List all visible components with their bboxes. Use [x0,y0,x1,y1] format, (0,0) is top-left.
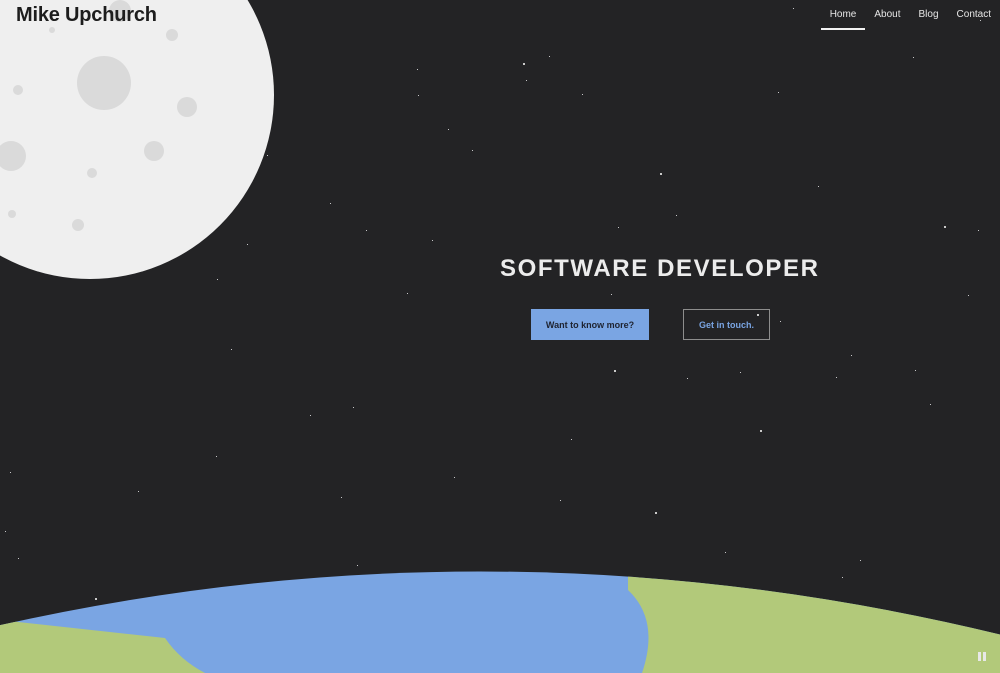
star [611,294,612,295]
get-in-touch-button[interactable]: Get in touch. [683,309,770,340]
star [418,95,419,96]
star [523,63,525,65]
star [655,512,657,514]
pause-icon [978,651,981,661]
star [778,92,779,93]
star [740,372,741,373]
star [454,477,455,478]
star [247,244,248,245]
nav-blog[interactable]: Blog [910,0,948,30]
star [725,552,726,553]
want-to-know-more-button[interactable]: Want to know more? [531,309,649,340]
star [432,240,433,241]
pause-icon-bar [983,651,986,661]
star [353,407,354,408]
star [310,415,311,416]
star [549,56,550,57]
star [216,456,217,457]
star [138,491,139,492]
star [267,155,268,156]
main-nav: Home About Blog Contact [820,0,1000,30]
star [676,215,677,216]
star [930,404,931,405]
site-title[interactable]: Mike Upchurch [16,4,157,27]
star [760,430,762,432]
star [330,203,331,204]
star [472,150,473,151]
star [231,349,232,350]
hero-title: SOFTWARE DEVELOPER [500,255,820,282]
star [793,8,794,9]
star [836,377,837,378]
earth-illustration [0,571,1000,673]
nav-about[interactable]: About [865,0,909,30]
star [968,295,969,296]
star [660,173,662,175]
star [448,129,449,130]
star [915,370,916,371]
star [978,230,979,231]
star [614,370,616,372]
star [582,94,583,95]
star [913,57,914,58]
star [571,439,572,440]
star [526,80,527,81]
star [944,226,946,228]
star [851,355,852,356]
star [10,472,11,473]
star [417,69,418,70]
star [780,321,781,322]
pause-button[interactable] [976,650,988,662]
star [18,558,19,559]
nav-home[interactable]: Home [820,0,866,30]
star [407,293,408,294]
star [366,230,367,231]
star [618,227,619,228]
star [818,186,819,187]
star [687,378,688,379]
star [5,531,6,532]
star [341,497,342,498]
star [560,500,561,501]
nav-contact[interactable]: Contact [948,0,1000,30]
star [217,279,218,280]
